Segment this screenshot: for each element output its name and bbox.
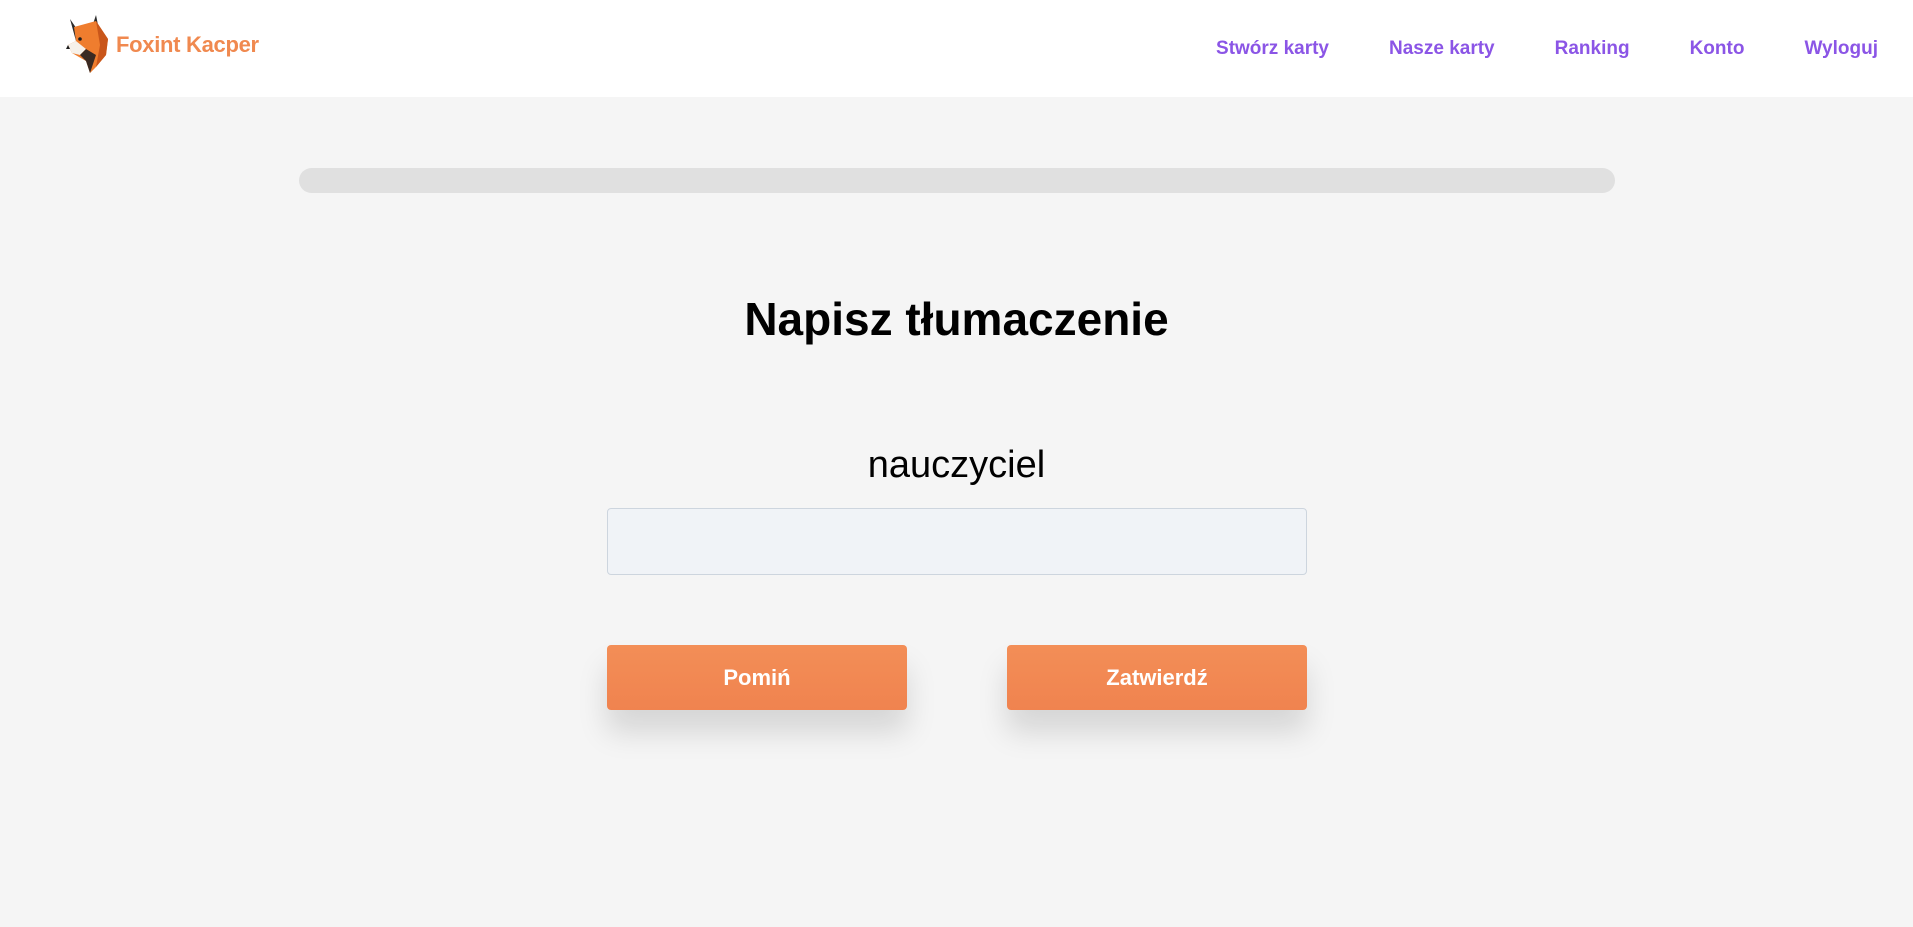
nav-logout[interactable]: Wyloguj	[1804, 38, 1878, 60]
navbar: Foxint Kacper Stwórz karty Nasze karty R…	[0, 0, 1913, 97]
page-title: Napisz tłumaczenie	[744, 293, 1169, 345]
nav-ranking[interactable]: Ranking	[1555, 38, 1630, 60]
nav-our-cards[interactable]: Nasze karty	[1389, 38, 1495, 60]
main-nav: Stwórz karty Nasze karty Ranking Konto W…	[1156, 0, 1878, 97]
submit-button[interactable]: Zatwierdź	[1007, 645, 1307, 710]
nav-create-cards[interactable]: Stwórz karty	[1216, 38, 1329, 60]
word-to-translate: nauczyciel	[867, 444, 1046, 486]
skip-button[interactable]: Pomiń	[607, 645, 907, 710]
brand-name: Foxint Kacper	[116, 32, 259, 57]
fox-logo-icon	[66, 15, 108, 73]
progress-bar	[299, 168, 1615, 193]
nav-account[interactable]: Konto	[1690, 38, 1745, 60]
brand-logo-link[interactable]: Foxint Kacper	[66, 14, 259, 76]
translation-input[interactable]	[607, 508, 1307, 575]
